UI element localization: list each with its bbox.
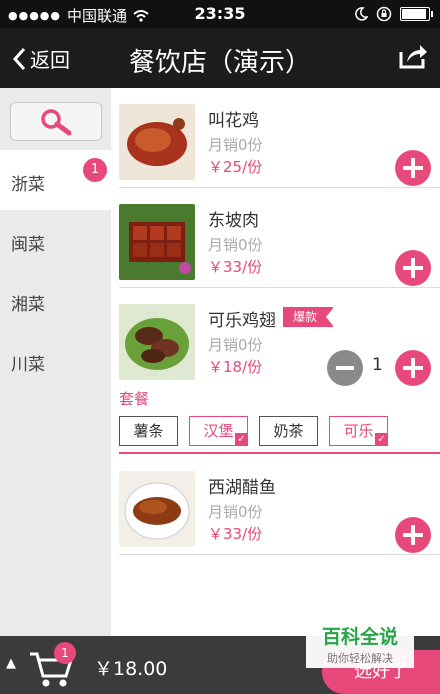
dish-photo bbox=[119, 104, 195, 180]
category-label: 浙菜 bbox=[11, 175, 45, 195]
dish-name: 可乐鸡翅 bbox=[208, 311, 276, 331]
divider bbox=[119, 287, 440, 288]
dish-photo bbox=[119, 304, 195, 380]
quantity-value: 1 bbox=[372, 355, 383, 375]
combo-option-burger[interactable]: 汉堡 ✓ bbox=[189, 416, 248, 446]
category-sidebar: 浙菜 1 闽菜 湘菜 川菜 bbox=[0, 88, 111, 636]
dish-price: ￥33/份 bbox=[208, 258, 263, 276]
dish-name: 东坡肉 bbox=[208, 211, 259, 231]
combo-option-label: 汉堡 bbox=[203, 422, 234, 440]
combo-title: 套餐 bbox=[119, 390, 150, 408]
search-button[interactable] bbox=[10, 102, 102, 141]
back-label: 返回 bbox=[30, 48, 70, 72]
category-badge: 1 bbox=[83, 158, 107, 182]
hot-tag: 爆款 bbox=[283, 307, 335, 327]
check-icon: ✓ bbox=[235, 433, 248, 446]
check-icon: ✓ bbox=[375, 433, 388, 446]
add-to-cart-button[interactable] bbox=[395, 150, 431, 186]
status-bar: ●●●●● 中国联通 23:35 bbox=[0, 0, 440, 28]
add-to-cart-button[interactable] bbox=[395, 517, 431, 553]
category-item-xiang[interactable]: 湘菜 bbox=[0, 270, 111, 330]
dish-photo bbox=[119, 471, 195, 547]
category-item-zhe[interactable]: 浙菜 1 bbox=[0, 150, 111, 210]
cart-total: ￥18.00 bbox=[94, 658, 168, 680]
cart-count-badge: 1 bbox=[54, 642, 76, 664]
watermark-subtitle: 助你轻松解决 bbox=[327, 652, 393, 665]
divider bbox=[119, 554, 440, 555]
expand-cart-icon[interactable]: ▲ bbox=[6, 656, 16, 671]
combo-option-fries[interactable]: 薯条 bbox=[119, 416, 178, 446]
nav-bar: 返回 餐饮店（演示） bbox=[0, 28, 440, 88]
share-icon bbox=[399, 45, 427, 69]
dish-price: ￥25/份 bbox=[208, 158, 263, 176]
rotation-lock-icon bbox=[376, 6, 392, 22]
battery-icon bbox=[400, 7, 433, 21]
dish-price: ￥18/份 bbox=[208, 358, 263, 376]
category-label: 川菜 bbox=[11, 355, 45, 375]
combo-option-cola[interactable]: 可乐 ✓ bbox=[329, 416, 388, 446]
combo-divider bbox=[119, 452, 440, 454]
add-to-cart-button[interactable] bbox=[395, 250, 431, 286]
watermark-logo: 百科全说 助你轻松解决 bbox=[306, 616, 414, 668]
divider bbox=[119, 187, 440, 188]
share-button[interactable] bbox=[398, 42, 428, 74]
dish-name: 西湖醋鱼 bbox=[208, 478, 276, 498]
back-button[interactable]: 返回 bbox=[12, 44, 70, 73]
dish-sales: 月销0份 bbox=[208, 236, 263, 254]
category-item-chuan[interactable]: 川菜 bbox=[0, 330, 111, 390]
dish-sales: 月销0份 bbox=[208, 503, 263, 521]
dish-price: ￥33/份 bbox=[208, 525, 263, 543]
combo-option-milk-tea[interactable]: 奶茶 bbox=[259, 416, 318, 446]
dish-list: 叫花鸡 月销0份 ￥25/份 东坡肉 月销0份 ￥33/份 可乐鸡翅 爆款 月销… bbox=[111, 88, 440, 636]
search-icon bbox=[41, 108, 72, 135]
dish-photo bbox=[119, 204, 195, 280]
category-label: 湘菜 bbox=[11, 295, 45, 315]
dish-sales: 月销0份 bbox=[208, 136, 263, 154]
watermark-title: 百科全说 bbox=[321, 626, 398, 648]
category-item-min[interactable]: 闽菜 bbox=[0, 210, 111, 270]
dish-sales: 月销0份 bbox=[208, 336, 263, 354]
chevron-left-icon bbox=[12, 47, 26, 70]
moon-icon bbox=[355, 7, 368, 21]
decrease-quantity-button[interactable] bbox=[327, 350, 363, 386]
combo-option-label: 奶茶 bbox=[273, 422, 304, 440]
add-to-cart-button[interactable] bbox=[395, 350, 431, 386]
combo-option-label: 可乐 bbox=[343, 422, 374, 440]
dish-name: 叫花鸡 bbox=[208, 111, 259, 131]
category-label: 闽菜 bbox=[11, 235, 45, 255]
combo-option-label: 薯条 bbox=[133, 422, 164, 440]
